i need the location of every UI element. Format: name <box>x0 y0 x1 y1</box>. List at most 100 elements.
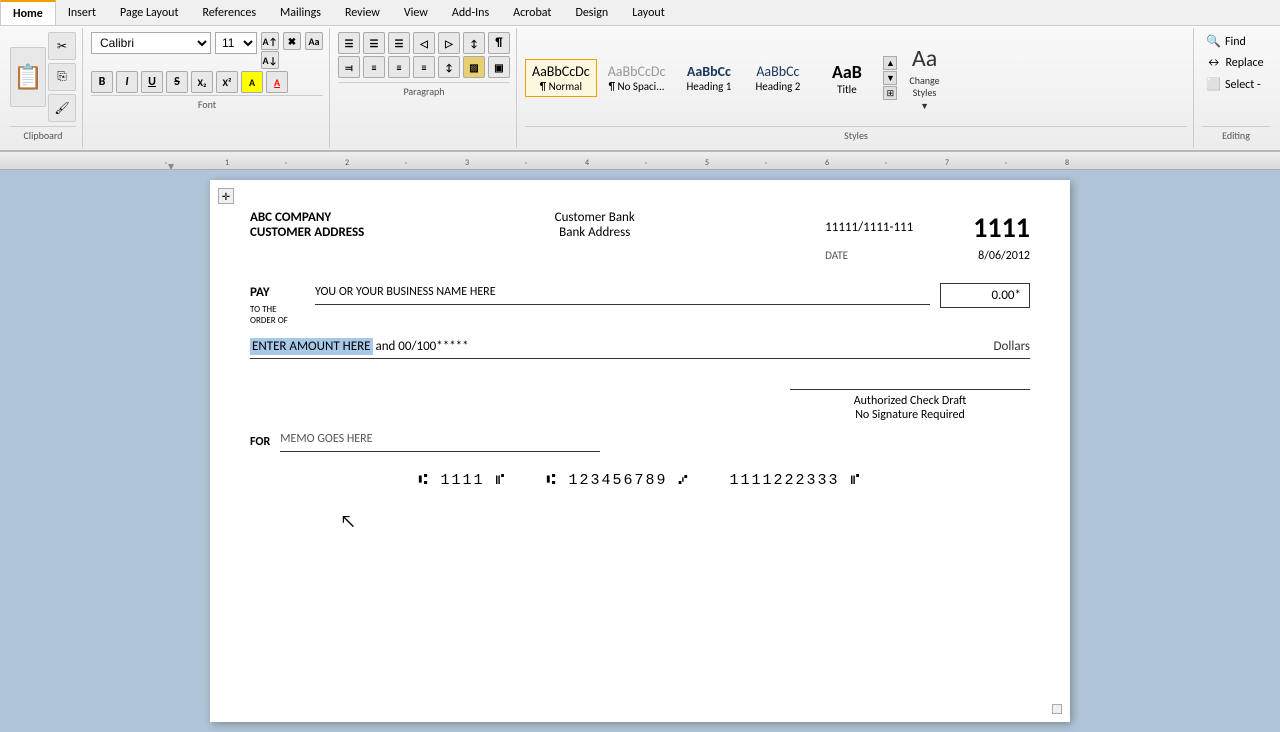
format-painter-button[interactable]: 🖌 <box>48 94 76 122</box>
style-no-spacing[interactable]: AaBbCcDc ¶ No Spaci... <box>601 59 673 97</box>
menu-layout[interactable]: Layout <box>620 0 677 25</box>
editing-group: 🔍 Find ↔ Replace ⬜ Select - Editing <box>1196 28 1276 148</box>
menu-insert[interactable]: Insert <box>56 0 108 25</box>
underline-button[interactable]: U <box>141 71 163 93</box>
superscript-button[interactable]: X² <box>216 71 238 93</box>
decrease-indent-button[interactable]: ◁ <box>413 32 435 54</box>
styles-scroll-up[interactable]: ▲ <box>883 56 897 70</box>
amount-box[interactable]: 0.00* <box>940 283 1030 308</box>
bank-address: Bank Address <box>555 225 635 240</box>
align-left-button[interactable]: ⫤ <box>338 56 360 78</box>
outline-button[interactable]: ☰ <box>388 32 410 54</box>
date-label: DATE <box>825 249 848 263</box>
font-size-select[interactable]: 11 <box>215 32 257 54</box>
pay-to-label: TO THEORDER OF <box>250 304 305 327</box>
style-heading2[interactable]: AaBbCc Heading 2 <box>745 59 810 97</box>
memo-line[interactable]: MEMO GOES HERE <box>280 432 600 452</box>
increase-font-button[interactable]: A↑ <box>261 32 279 50</box>
style-title-preview: AaB <box>832 61 862 83</box>
select-button[interactable]: ⬜ Select - <box>1202 75 1270 94</box>
routing-number: 11111/1111-111 <box>825 220 913 235</box>
styles-scroll-down[interactable]: ▼ <box>883 71 897 85</box>
font-group-label: Font <box>91 95 323 113</box>
style-normal[interactable]: AaBbCcDc ¶ Normal <box>525 59 597 97</box>
find-button[interactable]: 🔍 Find <box>1202 32 1270 51</box>
justify-button[interactable]: ≡ <box>413 56 435 78</box>
menu-review[interactable]: Review <box>333 0 392 25</box>
cut-button[interactable]: ✂ <box>48 32 76 60</box>
style-heading1-preview: AaBbCc <box>687 63 731 80</box>
authorized-line2: No Signature Required <box>790 408 1030 422</box>
paragraph-group: ☰ ☰ ☰ ◁ ▷ ↕ ¶ ⫤ ≡ ≡ ≡ ↕ ▨ ▣ Paragraph <box>332 28 517 148</box>
menu-add-ins[interactable]: Add-Ins <box>440 0 501 25</box>
micr-account: 1111222333 ⑈ <box>730 472 862 489</box>
menu-page-layout[interactable]: Page Layout <box>108 0 190 25</box>
change-styles-label: ChangeStyles <box>909 75 939 99</box>
style-heading1[interactable]: AaBbCc Heading 1 <box>676 59 741 97</box>
style-normal-label: ¶ Normal <box>540 80 582 93</box>
copy-button[interactable]: ⎘ <box>48 63 76 91</box>
company-name: ABC COMPANY <box>250 210 364 225</box>
styles-scroll-more[interactable]: ⊞ <box>883 86 897 100</box>
bullets-button[interactable]: ☰ <box>338 32 360 54</box>
mouse-cursor: ↖ <box>340 510 356 532</box>
menu-acrobat[interactable]: Acrobat <box>501 0 563 25</box>
italic-button[interactable]: I <box>116 71 138 93</box>
amount-words: ENTER AMOUNT HERE and 00/100***** <box>250 339 984 354</box>
styles-group-label: Styles <box>525 126 1187 144</box>
paste-button[interactable]: 📋 <box>10 47 46 107</box>
menu-references[interactable]: References <box>190 0 268 25</box>
font-group: Calibri 11 A↑ A↓ ✖ Aa B I U S X₂ X² A A … <box>85 28 330 148</box>
decrease-font-button[interactable]: A↓ <box>261 51 279 69</box>
change-case-button[interactable]: Aa <box>305 32 323 50</box>
style-title-label: Title <box>837 83 857 96</box>
svg-text:8: 8 <box>1065 158 1069 168</box>
subscript-button[interactable]: X₂ <box>191 71 213 93</box>
micr-routing: ⑆ 123456789 ⑇ <box>546 472 689 489</box>
page-handle[interactable]: ✛ <box>218 188 234 204</box>
svg-text:6: 6 <box>825 158 829 168</box>
align-center-button[interactable]: ≡ <box>363 56 385 78</box>
check-number-area: 11111/1111-111 1111 DATE 8/06/2012 <box>825 210 1030 263</box>
menu-design[interactable]: Design <box>563 0 620 25</box>
bold-button[interactable]: B <box>91 71 113 93</box>
pay-word: PAY <box>250 283 305 304</box>
find-icon: 🔍 <box>1206 34 1221 49</box>
sort-button[interactable]: ↕ <box>463 32 485 54</box>
clear-format-button[interactable]: ✖ <box>283 32 301 50</box>
numbering-button[interactable]: ☰ <box>363 32 385 54</box>
clipboard-label: Clipboard <box>10 126 76 144</box>
replace-button[interactable]: ↔ Replace <box>1202 54 1270 72</box>
font-name-select[interactable]: Calibri <box>91 32 211 54</box>
style-title[interactable]: AaB Title <box>814 57 879 100</box>
menu-home[interactable]: Home <box>0 0 56 25</box>
font-color-button[interactable]: A <box>266 71 288 93</box>
micr-line: ⑆ 1111 ⑈ ⑆ 123456789 ⑇ 1111222333 ⑈ <box>250 472 1030 489</box>
shading-button[interactable]: ▨ <box>463 56 485 78</box>
pay-section: PAY TO THEORDER OF YOU OR YOUR BUSINESS … <box>250 283 1030 327</box>
pay-to-line[interactable]: YOU OR YOUR BUSINESS NAME HERE <box>315 283 930 305</box>
svg-text:4: 4 <box>585 158 589 168</box>
change-styles-button[interactable]: Aa ChangeStyles ▼ <box>901 40 947 116</box>
borders-button[interactable]: ▣ <box>488 56 510 78</box>
select-label: Select - <box>1225 78 1261 92</box>
signature-section: Authorized Check Draft No Signature Requ… <box>250 389 1030 422</box>
pay-to-value: YOU OR YOUR BUSINESS NAME HERE <box>315 285 496 299</box>
highlight-button[interactable]: A <box>241 71 263 93</box>
align-right-button[interactable]: ≡ <box>388 56 410 78</box>
svg-text:3: 3 <box>465 158 469 168</box>
memo-section: FOR MEMO GOES HERE <box>250 432 1030 452</box>
line-spacing-button[interactable]: ↕ <box>438 56 460 78</box>
styles-group: AaBbCcDc ¶ Normal AaBbCcDc ¶ No Spaci...… <box>519 28 1194 148</box>
menu-mailings[interactable]: Mailings <box>268 0 333 25</box>
menu-view[interactable]: View <box>392 0 440 25</box>
svg-text:·: · <box>165 158 167 168</box>
bottom-page-handle[interactable] <box>1052 704 1062 714</box>
select-icon: ⬜ <box>1206 77 1221 92</box>
increase-indent-button[interactable]: ▷ <box>438 32 460 54</box>
show-marks-button[interactable]: ¶ <box>488 32 510 54</box>
page-handle-icon: ✛ <box>222 190 230 203</box>
style-no-spacing-label: ¶ No Spaci... <box>609 80 665 93</box>
strikethrough-button[interactable]: S <box>166 71 188 93</box>
replace-label: Replace <box>1225 56 1263 70</box>
